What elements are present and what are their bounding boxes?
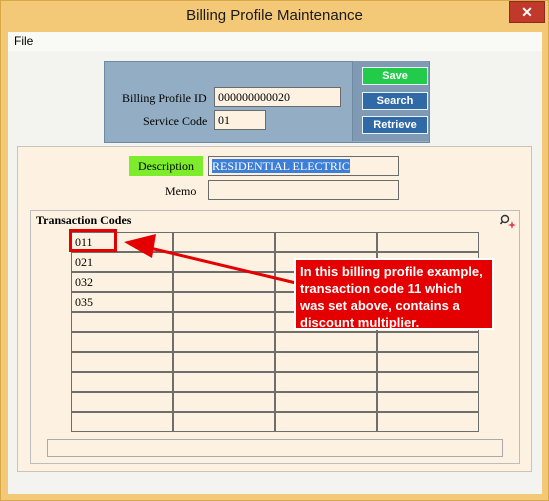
code-cell[interactable] <box>173 252 275 272</box>
code-cell[interactable] <box>275 372 377 392</box>
memo-label: Memo <box>165 184 197 198</box>
description-label: Description <box>129 156 203 176</box>
annotation-callout: In this billing profile example, transac… <box>294 258 494 330</box>
code-cell[interactable] <box>377 232 479 252</box>
code-cell[interactable] <box>173 412 275 432</box>
code-cell[interactable]: 021 <box>71 252 173 272</box>
button-column: Save Search Retrieve <box>352 61 429 141</box>
menu-file[interactable]: File <box>14 34 33 48</box>
code-cell[interactable] <box>275 392 377 412</box>
code-cell[interactable] <box>173 332 275 352</box>
code-cell[interactable]: 032 <box>71 272 173 292</box>
code-cell[interactable] <box>173 272 275 292</box>
transaction-codes-footer-field[interactable] <box>47 439 503 457</box>
code-cell[interactable] <box>377 412 479 432</box>
code-cell[interactable] <box>275 332 377 352</box>
window-title: Billing Profile Maintenance <box>186 7 363 24</box>
code-cell[interactable] <box>71 372 173 392</box>
code-cell[interactable] <box>377 352 479 372</box>
menu-bar: File <box>8 32 542 51</box>
search-button[interactable]: Search <box>362 92 428 110</box>
code-cell[interactable] <box>275 232 377 252</box>
code-cell[interactable] <box>173 292 275 312</box>
description-field[interactable]: RESIDENTIAL ELECTRIC <box>208 156 399 176</box>
code-cell[interactable] <box>377 392 479 412</box>
code-cell[interactable] <box>173 232 275 252</box>
retrieve-button[interactable]: Retrieve <box>362 116 428 134</box>
memo-field[interactable] <box>208 180 399 200</box>
code-cell[interactable] <box>377 372 479 392</box>
code-cell[interactable] <box>71 332 173 352</box>
description-value: RESIDENTIAL ELECTRIC <box>212 159 350 173</box>
code-cell[interactable] <box>173 372 275 392</box>
billing-profile-id-label: Billing Profile ID <box>122 91 207 105</box>
code-cell[interactable] <box>275 412 377 432</box>
service-code-label: Service Code <box>143 114 208 128</box>
close-button[interactable]: ✕ <box>509 1 545 23</box>
billing-profile-id-field[interactable]: 000000000020 <box>214 87 341 107</box>
codes-column-2 <box>173 232 275 432</box>
code-cell[interactable] <box>275 352 377 372</box>
title-bar: Billing Profile Maintenance ✕ <box>1 1 548 31</box>
code-cell[interactable] <box>377 332 479 352</box>
code-cell[interactable] <box>71 412 173 432</box>
code-cell[interactable] <box>173 392 275 412</box>
save-button[interactable]: Save <box>362 67 428 85</box>
code-cell[interactable] <box>71 352 173 372</box>
code-cell[interactable] <box>71 392 173 412</box>
highlight-box <box>69 229 117 252</box>
code-cell[interactable] <box>173 312 275 332</box>
service-code-field[interactable]: 01 <box>214 110 266 130</box>
codes-column-1: 011 021 032 035 <box>71 232 173 432</box>
magnify-icon[interactable] <box>500 214 516 230</box>
code-cell[interactable]: 035 <box>71 292 173 312</box>
transaction-codes-title: Transaction Codes <box>36 213 132 227</box>
code-cell[interactable] <box>71 312 173 332</box>
code-cell[interactable] <box>173 352 275 372</box>
